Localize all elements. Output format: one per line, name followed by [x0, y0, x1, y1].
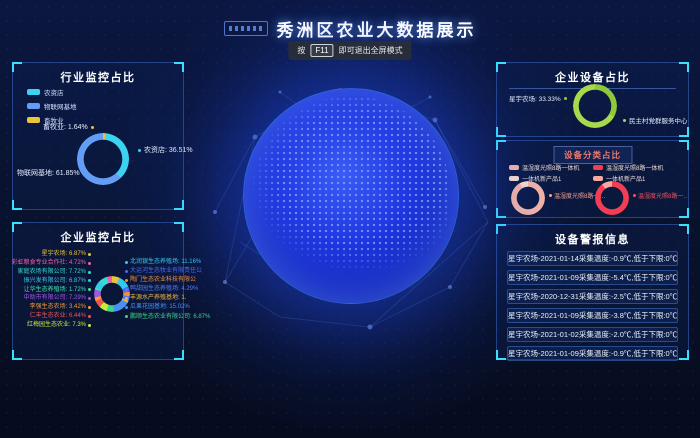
panel-device-ratio: 企业设备占比 星宇农场: 33.33% 民主村党群服务中心	[496, 62, 689, 137]
legend-swatch	[27, 117, 40, 123]
panel-industry-ratio: 行业监控占比 农资店 物联网基地 畜牧业 畜牧业: 1.64% 农资店: 36.…	[12, 62, 184, 210]
class-legend-right: 温湿度光照8路一体机 一体机新产品1	[593, 163, 663, 183]
pie-label: 鹏顺生态农业有限公司: 6.87%	[125, 314, 210, 321]
legend-label: 农资店	[44, 87, 64, 97]
pie-label: 大运河生态牧业有限责任公	[125, 268, 202, 275]
pie-label-minzhucun: 民主村党群服务中心	[623, 115, 687, 125]
enterprise-labels-left: 星宇农场: 6.87% 彩虹粮食专业合作社: 4.72% 家庭农场有限公司: 7…	[17, 251, 91, 329]
panel-title: 设备警报信息	[497, 225, 688, 247]
alarm-row[interactable]: 星宇农场-2021-01-14采集温度:-0.9℃,低于下限:0℃	[507, 251, 678, 266]
label-dot	[125, 261, 128, 264]
alarm-row[interactable]: 星宇农场-2021-01-09采集温度:-3.8℃,低于下限:0℃	[507, 308, 678, 323]
industry-legend: 农资店 物联网基地 畜牧业	[27, 87, 77, 125]
class-donut-left[interactable]	[511, 181, 545, 215]
label-dot	[88, 288, 91, 291]
label-dot	[125, 297, 128, 300]
label-dot	[88, 253, 91, 256]
pie-label: 彩虹粮食专业合作社: 4.72%	[12, 260, 91, 267]
class-donut-right[interactable]	[595, 181, 629, 215]
pie-label: 让华生态养殖场: 1.72%	[24, 287, 91, 294]
label-dot	[88, 262, 91, 265]
alarm-row[interactable]: 星宇农场-2021-01-09采集温度:-0.9℃,低于下限:0℃	[507, 346, 678, 361]
pie-label: 仁丰生态农业: 6.44%	[30, 313, 91, 320]
globe-dot-map	[251, 96, 451, 296]
alarm-row[interactable]: 星宇农场-2020-12-31采集温度:-2.5℃,低于下限:0℃	[507, 289, 678, 304]
tooltip-prefix: 按	[297, 45, 305, 57]
alarm-list: 星宇农场-2021-01-14采集温度:-0.9℃,低于下限:0℃ 星宇农场-20…	[507, 251, 678, 361]
pie-label-xingyu: 星宇农场: 33.33%	[509, 93, 567, 103]
legend-label: 温湿度光照8路一体机	[522, 163, 579, 172]
panel-title-boxed: 设备分类占比	[553, 146, 632, 164]
label-dot	[88, 306, 91, 309]
pie-label: 鸭甜园生态养殖场: 4.29%	[125, 286, 198, 293]
f11-keycap: F11	[310, 44, 333, 57]
tooltip-suffix: 即可退出全屏模式	[339, 45, 403, 57]
legend-swatch	[27, 103, 40, 109]
pie-label: 星宇农场: 6.87%	[42, 251, 91, 258]
label-dot	[125, 279, 128, 282]
label-dot	[88, 324, 91, 327]
globe-graphic	[243, 88, 459, 304]
pie-label: 北润银生态养殖场: 11.16%	[125, 259, 201, 266]
label-dot	[549, 194, 552, 197]
legend-label: 物联网基地	[44, 101, 77, 111]
legend-item[interactable]: 物联网基地	[27, 101, 77, 111]
label-dot	[623, 119, 626, 122]
legend-label: 温湿度光照8路一体机	[606, 163, 663, 172]
legend-item[interactable]: 一体机新产品1	[509, 174, 579, 183]
panel-title: 企业监控占比	[13, 223, 183, 245]
fullscreen-tooltip: 按 F11 即可退出全屏模式	[288, 41, 411, 60]
label-dot	[125, 306, 128, 309]
dashboard-root: 秀洲区农业大数据展示 按 F11 即可退出全屏模式 行业监控占比 农资店 物联网…	[0, 0, 700, 438]
label-dot	[125, 315, 128, 318]
legend-swatch	[509, 176, 519, 181]
pie-label: 中助市有限公司: 7.29%	[24, 295, 91, 302]
legend-swatch	[593, 165, 603, 170]
panel-title: 企业设备占比	[497, 63, 688, 85]
label-dot	[633, 194, 636, 197]
enterprise-labels-right: 北润银生态养殖场: 11.16% 大运河生态牧业有限责任公 陶门生态农业科技有限…	[125, 259, 203, 320]
pie-label: 振兴发有限公司: 6.87%	[24, 278, 91, 285]
page-title: 秀洲区农业大数据展示	[277, 16, 477, 41]
label-dot	[125, 270, 128, 273]
pie-label-iot: 物联网基地: 61.85%	[17, 168, 86, 178]
pie-label-livestock: 畜牧业: 1.64%	[43, 122, 94, 132]
label-dot	[88, 315, 91, 318]
label-dot	[125, 288, 128, 291]
brand-logo	[224, 21, 268, 36]
label-dot	[88, 297, 91, 300]
label-dot	[91, 126, 94, 129]
label-dot	[83, 172, 86, 175]
panel-title: 行业监控占比	[13, 63, 183, 85]
pie-label: 家庭农场有限公司: 7.72%	[18, 269, 91, 276]
panel-alarm-info: 设备警报信息 星宇农场-2021-01-14采集温度:-0.9℃,低于下限:0℃…	[496, 224, 689, 360]
alarm-row[interactable]: 星宇农场-2021-01-02采集温度:-2.0℃,低于下限:0℃	[507, 327, 678, 342]
pie-label: 丰源水产养殖基地: 1.	[125, 295, 186, 302]
pie-label: 红梅园生态农业: 7.3%	[27, 322, 91, 329]
class-legend-left: 温湿度光照8路一体机 一体机新产品1	[509, 163, 579, 183]
alarm-row[interactable]: 星宇农场-2021-01-09采集温度:-5.4℃,低于下限:0℃	[507, 270, 678, 285]
legend-item[interactable]: 农资店	[27, 87, 77, 97]
label-dot	[88, 271, 91, 274]
pie-label: 温湿度光照8路一…	[633, 191, 687, 200]
pie-label: 李强生态农场: 3.42%	[30, 304, 91, 311]
header: 秀洲区农业大数据展示	[0, 16, 700, 41]
pie-label-store: 农资店: 36.51%	[138, 145, 193, 155]
legend-item[interactable]: 一体机新产品1	[593, 174, 663, 183]
legend-swatch	[27, 89, 40, 95]
pie-label: 瓜果花园基地: 15.02%	[125, 304, 190, 311]
label-dot	[88, 279, 91, 282]
legend-swatch	[509, 165, 519, 170]
label-dot	[138, 149, 141, 152]
label-dot	[564, 97, 567, 100]
legend-item[interactable]: 温湿度光照8路一体机	[509, 163, 579, 172]
pie-label: 陶门生态农业科技有限公	[125, 277, 196, 284]
panel-device-class-ratio: 设备分类占比 温湿度光照8路一体机 一体机新产品1 温湿度光照8路一… 温湿度光…	[496, 140, 689, 218]
legend-item[interactable]: 温湿度光照8路一体机	[593, 163, 663, 172]
device-donut-chart[interactable]	[573, 84, 617, 128]
legend-swatch	[593, 176, 603, 181]
panel-enterprise-ratio: 企业监控占比 星宇农场: 6.87% 彩虹粮食专业合作社: 4.72% 家庭农场…	[12, 222, 184, 360]
